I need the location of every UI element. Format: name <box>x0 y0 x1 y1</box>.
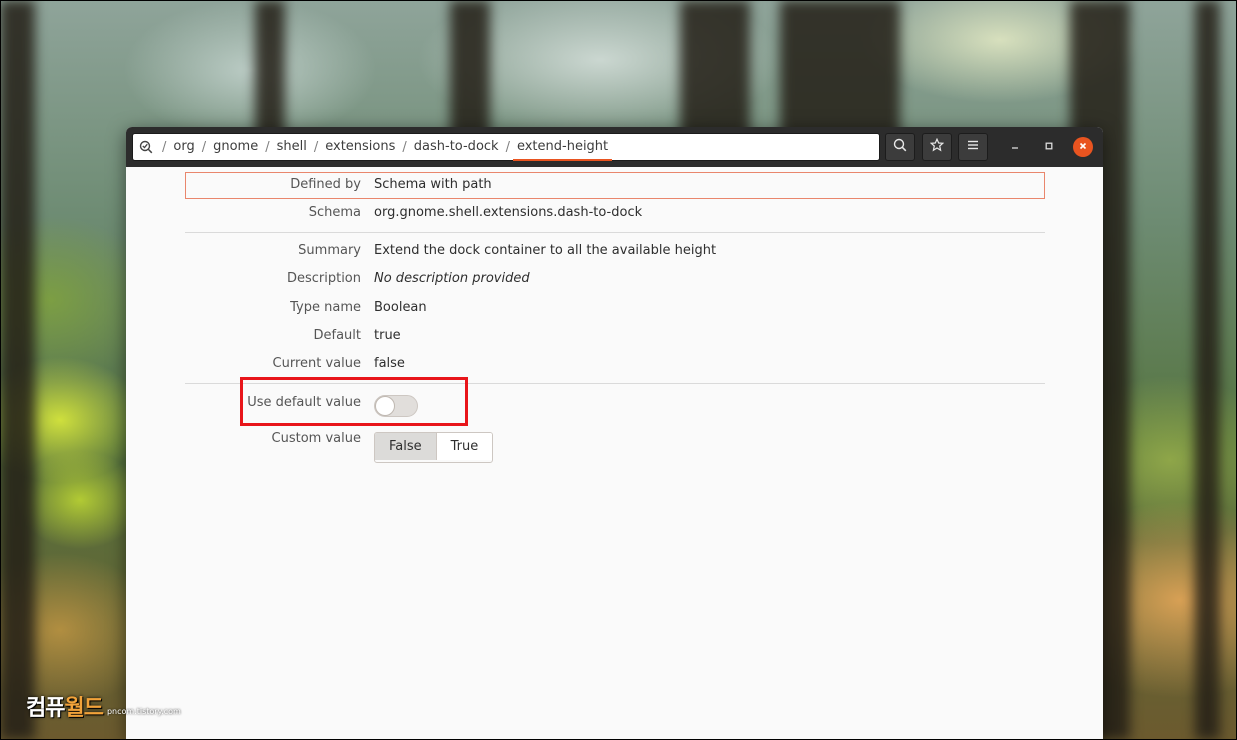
breadcrumb-dash-to-dock[interactable]: dash-to-dock <box>410 133 503 161</box>
watermark-url: pncom.tistory.com <box>106 707 181 716</box>
path-separator: / <box>201 139 207 155</box>
breadcrumb-extend-height[interactable]: extend-height <box>512 133 613 161</box>
watermark-logo-part-a: 컴퓨 <box>26 696 65 721</box>
watermark-logo-part-b: 월드 <box>64 696 103 721</box>
current-value-label: Current value <box>272 356 361 371</box>
header-bar: / org / gnome / shell / extensions / das… <box>126 127 1103 167</box>
key-search-icon[interactable] <box>139 140 153 154</box>
breadcrumb-org[interactable]: org <box>169 133 198 161</box>
path-separator: / <box>313 139 319 155</box>
schema-value: org.gnome.shell.extensions.dash-to-dock <box>374 205 643 220</box>
summary-row: Summary Extend the dock container to all… <box>126 239 1103 265</box>
close-button[interactable] <box>1073 137 1093 157</box>
main-menu-button[interactable] <box>958 133 988 161</box>
close-icon <box>1078 140 1088 154</box>
bookmarks-button[interactable] <box>922 133 952 161</box>
annotation-highlight-box <box>240 377 468 426</box>
path-separator: / <box>505 139 510 155</box>
summary-value: Extend the dock container to all the ava… <box>374 243 717 258</box>
star-icon <box>929 137 945 156</box>
minimize-icon <box>1010 140 1020 154</box>
false-option-button[interactable]: False <box>375 433 437 460</box>
defined-by-value: Schema with path <box>374 177 492 192</box>
hamburger-menu-icon <box>966 138 980 156</box>
divider <box>185 232 1045 233</box>
custom-value-label: Custom value <box>271 431 361 446</box>
current-value-value: false <box>374 356 405 371</box>
watermark-logo: 컴퓨월드 <box>26 690 104 722</box>
dconf-editor-window: / org / gnome / shell / extensions / das… <box>126 127 1103 740</box>
type-name-label: Type name <box>290 300 361 315</box>
search-button[interactable] <box>885 133 915 161</box>
default-value: true <box>374 328 401 343</box>
current-value-row: Current value false <box>126 352 1103 378</box>
defined-by-label: Defined by <box>290 177 361 192</box>
path-separator: / <box>162 139 167 155</box>
summary-label: Summary <box>298 243 361 258</box>
breadcrumb-gnome[interactable]: gnome <box>209 133 262 161</box>
breadcrumb-extensions[interactable]: extensions <box>321 133 399 161</box>
defined-by-row: Defined by Schema with path <box>126 173 1103 199</box>
schema-row: Schema org.gnome.shell.extensions.dash-t… <box>126 201 1103 227</box>
minimize-button[interactable] <box>1005 137 1025 157</box>
schema-label: Schema <box>308 205 361 220</box>
default-row: Default true <box>126 324 1103 350</box>
custom-value-toggle-group: False True <box>374 432 494 463</box>
key-details-panel: Defined by Schema with path Schema org.g… <box>126 167 1103 740</box>
description-row: Description No description provided <box>126 267 1103 293</box>
site-watermark: 컴퓨월드 pncom.tistory.com <box>26 690 181 722</box>
type-name-row: Type name Boolean <box>126 296 1103 322</box>
custom-value-row: Custom value <box>126 427 1103 453</box>
description-value: No description provided <box>374 271 530 286</box>
path-bar[interactable]: / org / gnome / shell / extensions / das… <box>132 133 880 161</box>
path-separator: / <box>402 139 407 155</box>
true-option-button[interactable]: True <box>436 433 493 460</box>
path-separator: / <box>265 139 270 155</box>
description-label: Description <box>286 271 361 286</box>
search-icon <box>893 138 907 156</box>
type-name-value: Boolean <box>374 300 427 315</box>
breadcrumb-shell[interactable]: shell <box>273 133 311 161</box>
maximize-button[interactable] <box>1039 137 1059 157</box>
default-label: Default <box>313 328 362 343</box>
maximize-icon <box>1044 140 1054 154</box>
